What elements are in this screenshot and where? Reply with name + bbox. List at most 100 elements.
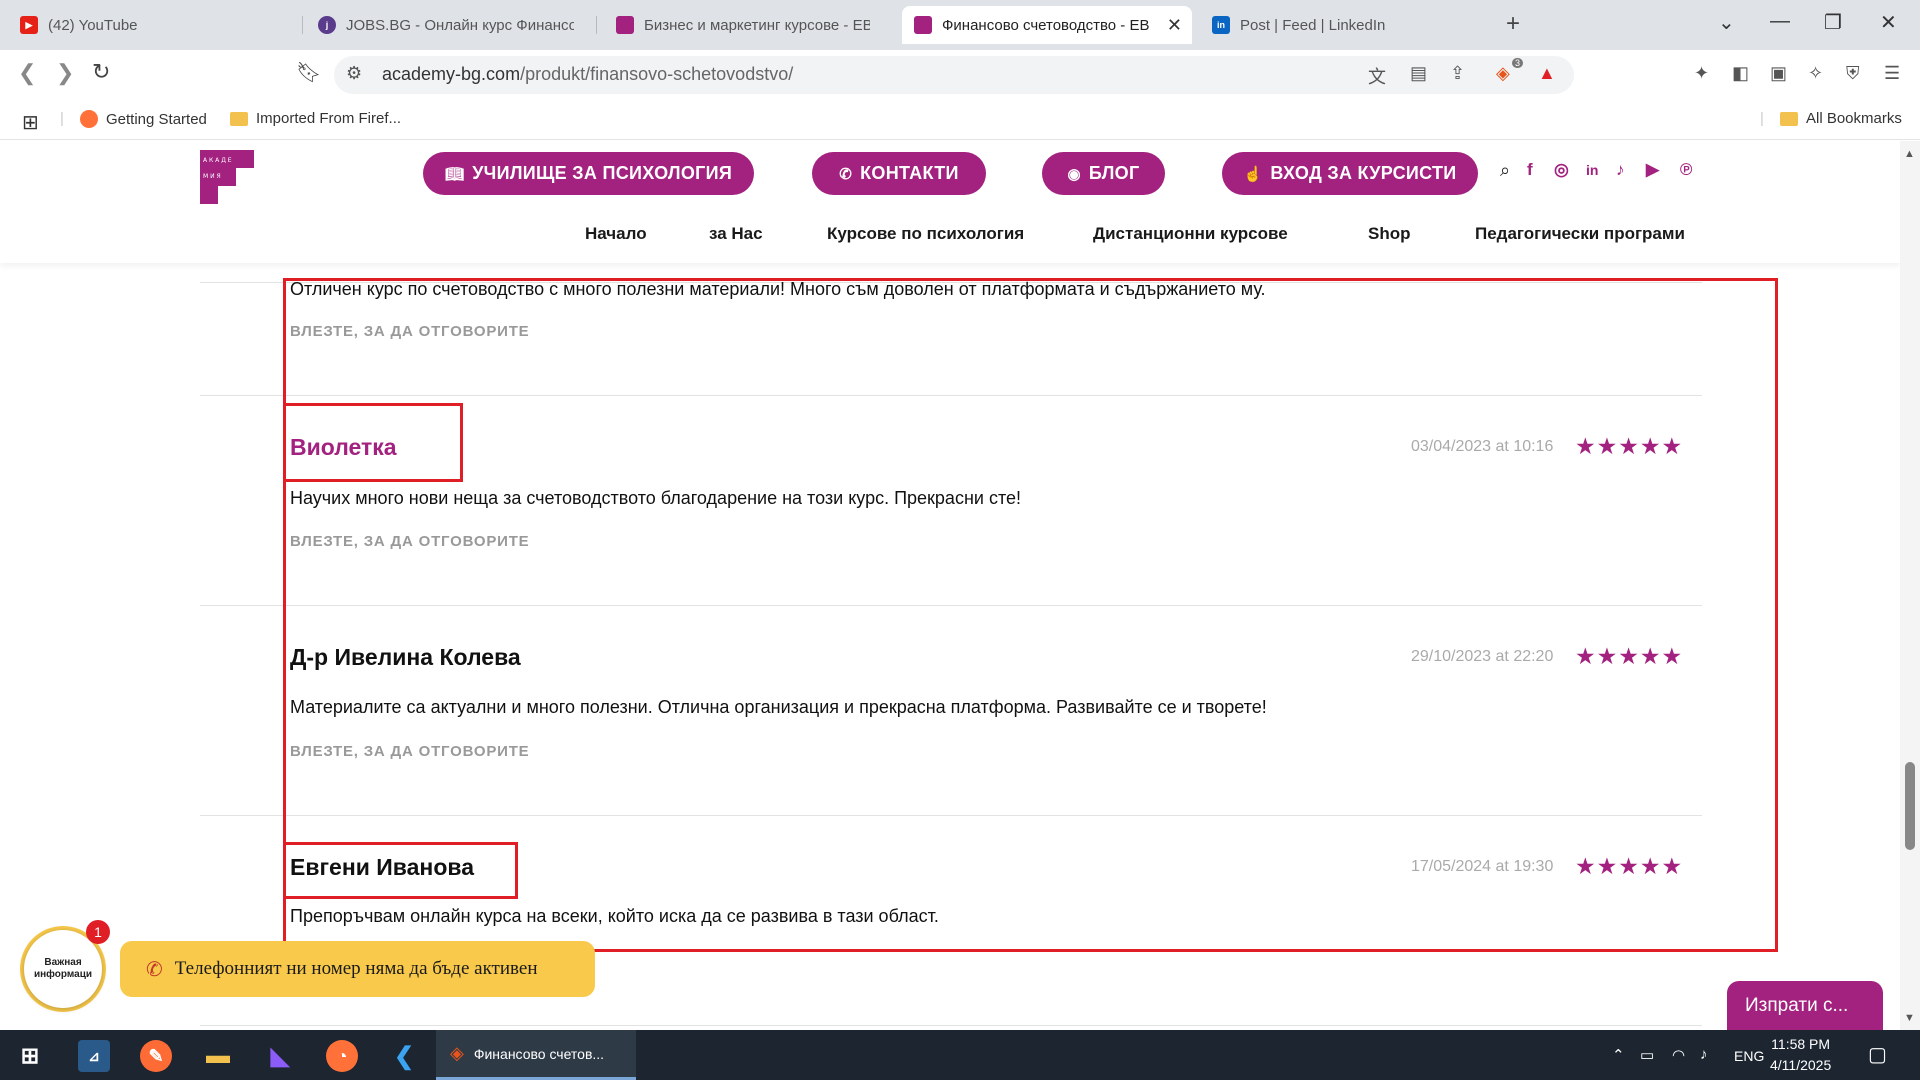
page-scrollbar[interactable] xyxy=(1900,141,1920,1030)
academy-favicon-icon xyxy=(616,16,634,34)
button-label: КОНТАКТИ xyxy=(860,163,959,183)
extensions-icon[interactable]: ✦ xyxy=(1694,63,1709,84)
menu-item-distance-courses[interactable]: Дистанционни курсове xyxy=(1093,224,1288,244)
folder-icon xyxy=(230,111,248,126)
linkedin-icon[interactable]: in xyxy=(1586,162,1598,178)
minimize-icon[interactable]: — xyxy=(1770,10,1790,33)
chat-send-button[interactable]: Изпрати с... xyxy=(1727,981,1883,1033)
jobsbg-favicon-icon: j xyxy=(318,16,336,34)
tab-linkedin[interactable]: in Post | Feed | LinkedIn xyxy=(1200,6,1490,44)
brave-rewards-icon[interactable]: ▲ xyxy=(1538,63,1556,84)
bookmark-imported-from-firefox[interactable]: Imported From Firef... xyxy=(230,110,401,127)
app-icon[interactable]: ⊿ xyxy=(78,1040,110,1072)
paint-app-icon[interactable]: ✎ xyxy=(140,1040,172,1072)
site-info-icon[interactable]: ⚙ xyxy=(346,63,362,84)
highlight-author-box xyxy=(283,403,463,482)
new-tab-icon[interactable]: + xyxy=(1506,10,1520,38)
tab-youtube[interactable]: ▶ (42) YouTube xyxy=(8,6,298,44)
academy-favicon-icon xyxy=(914,16,932,34)
menu-item-shop[interactable]: Shop xyxy=(1368,224,1411,244)
volume-icon[interactable]: ♪ xyxy=(1700,1046,1708,1063)
restore-icon[interactable]: ❐ xyxy=(1824,10,1842,35)
button-label: ВХОД ЗА КУРСИСТИ xyxy=(1270,163,1457,183)
notice-text: Телефонният ни номер няма да бъде активе… xyxy=(174,958,538,979)
brave-shields-icon[interactable]: ◈ xyxy=(1496,63,1510,84)
menu-item-psychology-courses[interactable]: Курсове по психология xyxy=(827,224,1024,244)
taskbar-clock[interactable]: 11:58 PM 4/11/2025 xyxy=(1770,1034,1831,1076)
back-icon[interactable]: ❮ xyxy=(18,60,36,86)
info-badge-label: Важная информаци xyxy=(33,957,92,980)
url-field[interactable]: academy-bg.com/produkt/finansovo-schetov… xyxy=(382,64,793,85)
instagram-icon[interactable]: ◎ xyxy=(1554,160,1569,180)
reload-icon[interactable]: ↻ xyxy=(92,59,110,85)
close-tab-icon[interactable]: ✕ xyxy=(1167,15,1182,36)
folder-icon xyxy=(1780,111,1798,126)
phone-icon: ✆ xyxy=(146,958,163,981)
menu-item-pedagogical-programs[interactable]: Педагогически програми xyxy=(1475,224,1685,244)
tab-title: Финансово счетоводство - ЕВ xyxy=(942,16,1150,34)
vscode-icon[interactable]: ❮ xyxy=(388,1040,420,1072)
youtube-icon[interactable]: ▶ xyxy=(1646,160,1659,180)
phone-notice-bubble[interactable]: ✆ Телефонният ни номер няма да бъде акти… xyxy=(120,941,595,997)
search-icon[interactable]: ⌕ xyxy=(1500,160,1510,181)
bookmarks-separator: | xyxy=(60,110,64,127)
all-bookmarks[interactable]: All Bookmarks xyxy=(1780,110,1902,127)
language-indicator[interactable]: ENG xyxy=(1734,1048,1764,1064)
translate-icon[interactable]: 文 xyxy=(1368,63,1386,89)
close-window-icon[interactable]: ✕ xyxy=(1880,10,1897,35)
scroll-down-icon[interactable]: ▼ xyxy=(1904,1012,1915,1024)
apps-grid-icon[interactable]: ⊞ xyxy=(22,110,39,135)
wallet-icon[interactable]: ▣ xyxy=(1770,63,1787,84)
scroll-up-icon[interactable]: ▲ xyxy=(1904,148,1915,160)
pinterest-icon[interactable]: ℗ xyxy=(1680,160,1693,180)
tray-overflow-icon[interactable]: ⌃ xyxy=(1612,1046,1625,1064)
firefox-icon xyxy=(80,110,98,128)
linkedin-favicon-icon: in xyxy=(1212,16,1230,34)
forward-icon[interactable]: ❯ xyxy=(56,60,74,86)
tab-finance-accounting[interactable]: Финансово счетоводство - ЕВ ✕ xyxy=(902,6,1192,44)
tab-jobsbg[interactable]: j JOBS.BG - Онлайн курс Финансово xyxy=(306,6,586,44)
menu-item-about[interactable]: за Нас xyxy=(709,224,763,244)
taskbar-app-title: Финансово счетов... xyxy=(473,1045,605,1062)
windows-start-icon[interactable]: ⊞ xyxy=(14,1040,46,1072)
wifi-icon[interactable]: ◠ xyxy=(1672,1046,1685,1064)
bookmark-icon[interactable]: 🔖︎ xyxy=(296,60,321,85)
bookmark-label: All Bookmarks xyxy=(1806,110,1902,127)
highlight-author-box xyxy=(283,842,518,899)
scrollbar-thumb[interactable] xyxy=(1905,762,1915,850)
firefox-taskbar-icon[interactable]: ◔ xyxy=(326,1040,358,1072)
sidebar-toggle-icon[interactable]: ◧ xyxy=(1732,63,1749,84)
academy-logo[interactable]: А К А Д Е М И Я xyxy=(200,150,254,204)
visual-studio-icon[interactable]: ◣ xyxy=(264,1040,296,1072)
url-path: /produkt/finansovo-schetovodstvo/ xyxy=(520,64,794,84)
tiktok-icon[interactable]: ♪ xyxy=(1616,160,1625,180)
blog-button[interactable]: ◉ БЛОГ xyxy=(1042,152,1165,195)
clock-date: 4/11/2025 xyxy=(1770,1057,1832,1073)
phone-icon: ✆ xyxy=(839,165,853,183)
share-icon[interactable]: ⇪ xyxy=(1450,63,1465,84)
contacts-button[interactable]: ✆ КОНТАКТИ xyxy=(812,152,986,195)
svg-text:А К А Д Е: А К А Д Е xyxy=(203,157,232,164)
notifications-icon[interactable]: ▢ xyxy=(1868,1042,1887,1067)
reader-mode-icon[interactable]: ▤ xyxy=(1410,63,1427,84)
taskbar-active-app[interactable]: ◈ Финансово счетов... xyxy=(436,1030,636,1080)
menu-item-home[interactable]: Начало xyxy=(585,224,647,244)
tab-search-chevron-icon[interactable]: ⌄ xyxy=(1718,10,1735,35)
psychology-school-button[interactable]: 📖︎ УЧИЛИЩЕ ЗА ПСИХОЛОГИЯ xyxy=(423,152,754,195)
bookmark-label: Getting Started xyxy=(106,110,207,128)
student-login-button[interactable]: ☝ ВХОД ЗА КУРСИСТИ xyxy=(1222,152,1478,195)
vpn-icon[interactable]: ⛨ xyxy=(1846,63,1860,84)
tab-business-courses[interactable]: Бизнес и маркетинг курсове - ЕВРО xyxy=(604,6,882,44)
facebook-icon[interactable]: f xyxy=(1527,160,1533,180)
tab-title: JOBS.BG - Онлайн курс Финансово xyxy=(346,16,574,34)
youtube-favicon-icon: ▶ xyxy=(20,16,38,34)
bookmark-getting-started[interactable]: Getting Started xyxy=(80,110,207,128)
hand-icon: ☝ xyxy=(1243,165,1263,183)
tab-title: Бизнес и маркетинг курсове - ЕВРО xyxy=(644,16,870,34)
battery-icon[interactable]: ▭ xyxy=(1640,1046,1654,1064)
blogger-icon: ◉ xyxy=(1067,165,1081,183)
review-divider xyxy=(200,1025,1702,1026)
file-explorer-icon[interactable]: ▬ xyxy=(202,1040,234,1072)
main-menu-icon[interactable]: ☰ xyxy=(1884,63,1900,84)
leo-ai-icon[interactable]: ✧ xyxy=(1808,63,1823,84)
